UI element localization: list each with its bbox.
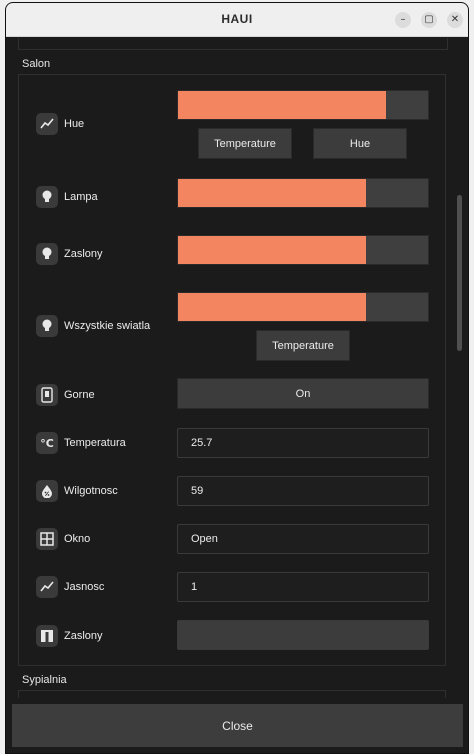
- thermometer-celsius-icon: °C: [36, 432, 58, 454]
- hue-color-button[interactable]: Hue: [313, 128, 407, 159]
- switch-icon: [36, 384, 58, 406]
- okno-value-field: Open: [177, 524, 429, 554]
- jasnosc-value-field: 1: [177, 572, 429, 602]
- maximize-icon[interactable]: ▢: [421, 12, 437, 28]
- row-label-wszystkie-swiatla: Wszystkie swiatla: [64, 320, 151, 332]
- wilgotnosc-value-field: 59: [177, 476, 429, 506]
- curtains-icon: [36, 625, 58, 647]
- slider-fill: [178, 293, 366, 321]
- wszystkie-swiatla-brightness-slider[interactable]: [177, 292, 429, 322]
- zaslony-brightness-slider[interactable]: [177, 235, 429, 265]
- chart-line-icon: [36, 113, 58, 135]
- wszystkie-temperature-button[interactable]: Temperature: [256, 330, 350, 361]
- row-label-zaslony: Zaslony: [64, 248, 103, 260]
- close-icon[interactable]: ✕: [447, 12, 463, 28]
- row-label-lampa: Lampa: [64, 191, 98, 203]
- row-label-jasnosc: Jasnosc: [64, 581, 105, 593]
- previous-group-frame: [18, 38, 448, 50]
- hue-temperature-button[interactable]: Temperature: [198, 128, 292, 159]
- row-label-okno: Okno: [64, 533, 91, 545]
- row-label-gorne: Gorne: [64, 389, 95, 401]
- lightbulb-icon: [36, 315, 58, 337]
- gorne-toggle-button[interactable]: On: [177, 378, 429, 409]
- row-label-wilgotnosc: Wilgotnosc: [64, 485, 118, 497]
- section-title-sypialnia: Sypialnia: [22, 674, 67, 686]
- temperatura-value-field: 25.7: [177, 428, 429, 458]
- scrollbar-track[interactable]: [456, 38, 464, 698]
- zaslony-position-field: [177, 620, 429, 650]
- slider-fill: [178, 236, 366, 264]
- close-button[interactable]: Close: [12, 704, 463, 747]
- row-label-temperatura: Temperatura: [64, 437, 126, 449]
- title-bar: HAUI – ▢ ✕: [6, 3, 468, 37]
- chart-line-icon: [36, 576, 58, 598]
- group-sypialnia: [18, 690, 446, 698]
- lightbulb-icon: [36, 243, 58, 265]
- haui-window: HAUI – ▢ ✕ Salon Hue Temperature Hue Lam…: [5, 2, 469, 754]
- window-icon: [36, 528, 58, 550]
- slider-fill: [178, 179, 366, 207]
- row-label-zaslony-2: Zaslony: [64, 630, 103, 642]
- slider-fill: [178, 91, 386, 119]
- scroll-area[interactable]: Salon Hue Temperature Hue Lampa Zaslony …: [6, 38, 468, 698]
- scrollbar-thumb[interactable]: [457, 195, 462, 351]
- dialog-footer: Close: [6, 698, 468, 753]
- row-label-hue: Hue: [64, 118, 85, 130]
- lampa-brightness-slider[interactable]: [177, 178, 429, 208]
- hue-brightness-slider[interactable]: [177, 90, 429, 120]
- minimize-icon[interactable]: –: [395, 12, 411, 28]
- section-title-salon: Salon: [22, 58, 51, 70]
- water-percent-icon: [36, 480, 58, 502]
- lightbulb-icon: [36, 186, 58, 208]
